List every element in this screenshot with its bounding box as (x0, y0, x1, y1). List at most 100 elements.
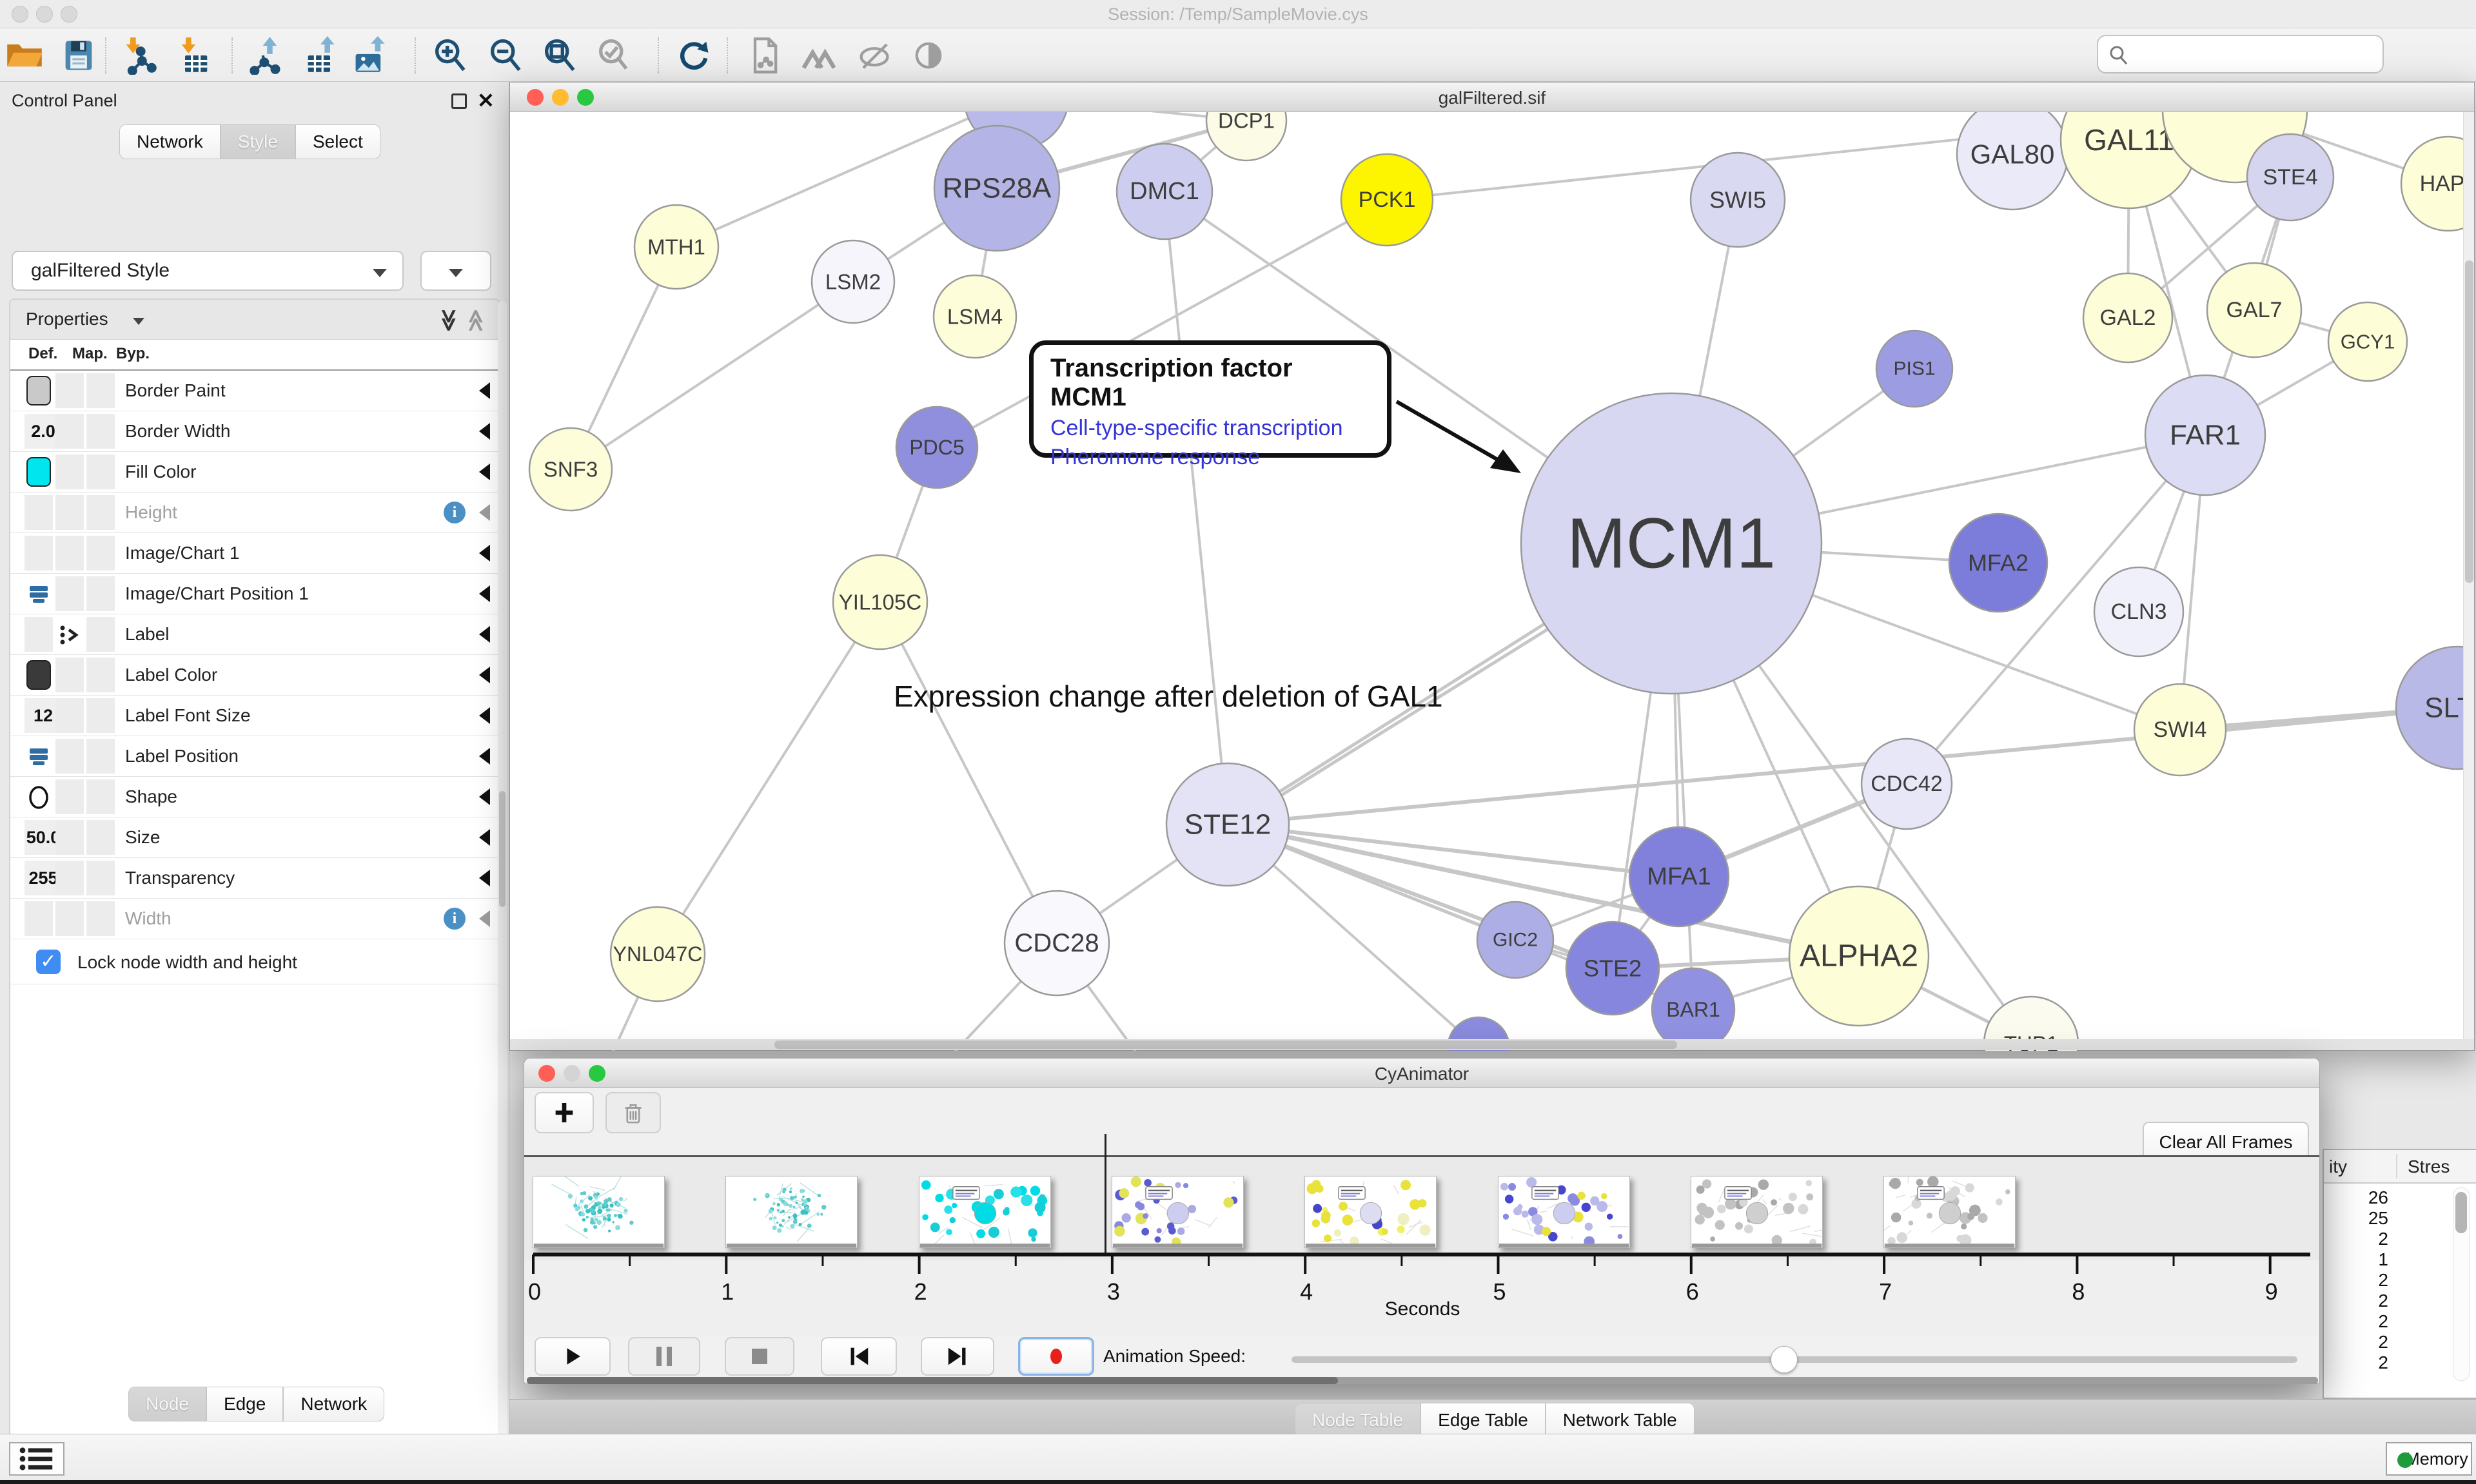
style-selector[interactable]: galFiltered Style (12, 251, 404, 291)
property-byp-cell[interactable] (86, 861, 115, 895)
style-options-button[interactable] (420, 251, 491, 291)
property-row-label-font-size[interactable]: 12Label Font Size (10, 696, 499, 736)
tab-network[interactable]: Network (283, 1387, 384, 1421)
property-map-cell[interactable] (55, 901, 84, 936)
property-def-cell[interactable] (25, 373, 53, 408)
control-panel-scrollbar[interactable] (498, 301, 507, 1455)
property-byp-cell[interactable] (86, 414, 115, 449)
network-edge[interactable] (1164, 191, 1228, 825)
table-cell[interactable]: 2 (2324, 1229, 2388, 1249)
property-map-cell[interactable] (55, 536, 84, 571)
property-row-border-width[interactable]: 2.0Border Width (10, 411, 499, 452)
export-network-icon[interactable] (246, 36, 285, 75)
mapping-icon[interactable] (55, 617, 84, 652)
property-def-cell[interactable] (25, 901, 53, 936)
play-button[interactable] (535, 1337, 611, 1376)
table-cell[interactable]: 2 (2324, 1311, 2388, 1332)
network-horizontal-scrollbar[interactable] (510, 1039, 2474, 1050)
property-map-cell[interactable] (55, 576, 84, 611)
network-edge[interactable] (1228, 708, 2457, 825)
position-icon[interactable] (25, 576, 53, 611)
collapse-all-icon[interactable]: ≪ (463, 309, 489, 332)
property-byp-cell[interactable] (86, 820, 115, 855)
property-byp-cell[interactable] (86, 495, 115, 530)
property-row-image-chart-position-1[interactable]: Image/Chart Position 1 (10, 574, 499, 614)
table-cell[interactable]: 2 (2324, 1332, 2388, 1352)
expand-all-icon[interactable]: ≫ (436, 309, 462, 332)
record-button[interactable] (1018, 1337, 1094, 1376)
property-map-cell[interactable] (55, 373, 84, 408)
property-row-fill-color[interactable]: Fill Color (10, 452, 499, 493)
property-map-cell[interactable] (55, 739, 84, 774)
tab-node-table[interactable]: Node Table (1295, 1403, 1420, 1438)
cyanimator-titlebar[interactable]: CyAnimator (524, 1059, 2319, 1088)
property-row-label-color[interactable]: Label Color (10, 655, 499, 696)
property-map-cell[interactable] (55, 454, 84, 489)
timeline-playhead[interactable] (1105, 1134, 1106, 1255)
properties-header[interactable]: Properties ≫ ≪ (10, 300, 499, 340)
expand-row-icon[interactable] (479, 382, 490, 399)
property-row-height[interactable]: Heighti (10, 493, 499, 533)
keyframe-thumbnail-0s[interactable] (533, 1176, 665, 1248)
property-byp-cell[interactable] (86, 739, 115, 774)
expand-row-icon[interactable] (479, 585, 490, 602)
property-byp-cell[interactable] (86, 658, 115, 692)
stop-button[interactable] (725, 1337, 794, 1376)
property-def-cell[interactable] (25, 495, 53, 530)
annotation-box[interactable]: Transcription factor MCM1 Cell-type-spec… (1029, 340, 1391, 458)
property-row-label[interactable]: Label (10, 614, 499, 655)
property-map-cell[interactable] (55, 658, 84, 692)
position-icon[interactable] (25, 739, 53, 774)
tab-edge[interactable]: Edge (206, 1387, 283, 1421)
property-byp-cell[interactable] (86, 698, 115, 733)
keyframe-thumbnail-5s[interactable] (1498, 1176, 1630, 1248)
property-map-cell[interactable] (55, 779, 84, 814)
property-row-size[interactable]: 50.0Size (10, 817, 499, 858)
property-map-cell[interactable] (55, 698, 84, 733)
expand-row-icon[interactable] (479, 667, 490, 683)
network-vertical-scrollbar[interactable] (2463, 112, 2474, 1040)
import-network-icon[interactable] (120, 36, 159, 75)
table-column-stress[interactable]: Stres (2408, 1157, 2450, 1177)
tab-edge-table[interactable]: Edge Table (1420, 1403, 1546, 1438)
property-byp-cell[interactable] (86, 454, 115, 489)
table-cell[interactable]: 25 (2324, 1208, 2388, 1229)
table-cell[interactable]: 1 (2324, 1249, 2388, 1270)
tab-node[interactable]: Node (128, 1387, 206, 1421)
property-map-cell[interactable] (55, 414, 84, 449)
property-row-label-position[interactable]: Label Position (10, 736, 499, 777)
keyframe-thumbnail-1s[interactable] (725, 1176, 858, 1248)
property-row-transparency[interactable]: 255Transparency (10, 858, 499, 899)
timeline-axis[interactable]: 0123456789 (524, 1249, 2321, 1333)
tab-select[interactable]: Select (295, 124, 380, 159)
property-byp-cell[interactable] (86, 901, 115, 936)
delete-frame-button[interactable] (605, 1092, 661, 1133)
network-edge[interactable] (658, 602, 880, 954)
property-map-cell[interactable] (55, 820, 84, 855)
keyframe-thumbnail-3s[interactable] (1112, 1176, 1244, 1248)
property-def-cell[interactable] (25, 454, 53, 489)
network-edge[interactable] (571, 282, 853, 469)
animation-speed-slider[interactable] (1292, 1356, 2297, 1363)
pause-button[interactable] (628, 1337, 700, 1376)
save-session-icon[interactable] (59, 36, 98, 75)
keyframe-thumbnail-6s[interactable] (1691, 1176, 1823, 1248)
table-cell[interactable]: 26 (2324, 1187, 2388, 1208)
zoom-selected-icon[interactable] (594, 36, 633, 75)
expand-row-icon[interactable] (479, 748, 490, 765)
annotation-link[interactable]: Cell-type-specific transcription (1050, 416, 1370, 441)
skip-to-start-button[interactable] (821, 1337, 897, 1376)
cyanimator-scrollbar[interactable] (527, 1377, 2318, 1384)
property-byp-cell[interactable] (86, 373, 115, 408)
search-input[interactable] (2097, 35, 2384, 73)
property-row-image-chart-1[interactable]: Image/Chart 1 (10, 533, 499, 574)
close-panel-icon[interactable]: ✕ (477, 88, 495, 113)
ellipse-icon[interactable] (25, 779, 53, 814)
add-frame-button[interactable] (535, 1092, 594, 1133)
property-byp-cell[interactable] (86, 536, 115, 571)
property-def-cell[interactable] (25, 658, 53, 692)
property-byp-cell[interactable] (86, 617, 115, 652)
float-panel-icon[interactable] (451, 93, 467, 109)
property-row-shape[interactable]: Shape (10, 777, 499, 817)
expand-row-icon[interactable] (479, 423, 490, 440)
